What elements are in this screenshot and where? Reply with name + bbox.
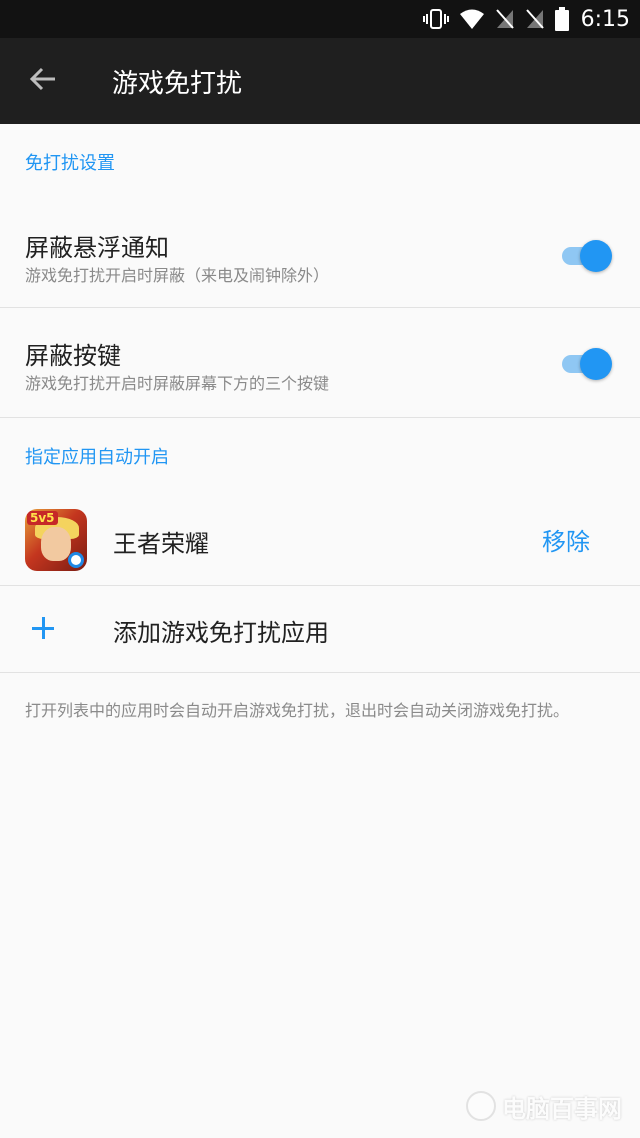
app-badge: 5v5 [27, 511, 58, 525]
setting-title: 屏蔽按键 [25, 342, 121, 370]
block-notifications-toggle[interactable] [560, 240, 612, 272]
no-sim-icon [525, 0, 545, 38]
settings-content: 免打扰设置 屏蔽悬浮通知 游戏免打扰开启时屏蔽（来电及闹钟除外） 屏蔽按键 游戏… [0, 124, 640, 745]
block-keys-toggle[interactable] [560, 348, 612, 380]
setting-subtitle: 游戏免打扰开启时屏蔽（来电及闹钟除外） [25, 266, 330, 285]
app-list-item: 5v5 王者荣耀 移除 [0, 494, 640, 586]
vibrate-icon [422, 0, 449, 38]
section-header-settings: 免打扰设置 [25, 153, 115, 174]
arrow-back-icon [29, 67, 57, 95]
app-name: 王者荣耀 [113, 530, 209, 558]
remove-app-button[interactable]: 移除 [542, 522, 590, 557]
add-app-button[interactable]: 添加游戏免打扰应用 [0, 586, 640, 673]
plus-icon [32, 617, 54, 639]
status-time: 6:15 [580, 6, 630, 32]
setting-row-block-notifications[interactable]: 屏蔽悬浮通知 游戏免打扰开启时屏蔽（来电及闹钟除外） [0, 200, 640, 308]
watermark-text: 电脑百事网 [502, 1094, 622, 1123]
back-button[interactable] [0, 38, 86, 124]
setting-title: 屏蔽悬浮通知 [25, 234, 169, 262]
tencent-logo-icon [68, 552, 84, 568]
wifi-icon [459, 0, 485, 38]
toggle-thumb [580, 348, 612, 380]
hero-face [41, 527, 71, 561]
page-title: 游戏免打扰 [112, 68, 243, 99]
status-bar: 6:15 [0, 0, 640, 38]
watermark: 电脑百事网 [466, 1088, 622, 1124]
add-app-label: 添加游戏免打扰应用 [113, 619, 329, 647]
no-sim-icon [495, 0, 515, 38]
setting-subtitle: 游戏免打扰开启时屏蔽屏幕下方的三个按键 [25, 374, 330, 393]
footer-note: 打开列表中的应用时会自动开启游戏免打扰，退出时会自动关闭游戏免打扰。 [25, 701, 570, 720]
setting-row-block-keys[interactable]: 屏蔽按键 游戏免打扰开启时屏蔽屏幕下方的三个按键 [0, 308, 640, 418]
watermark-logo-icon [466, 1091, 496, 1121]
toggle-thumb [580, 240, 612, 272]
battery-icon [554, 0, 569, 38]
section-header-auto-apps: 指定应用自动开启 [25, 447, 169, 468]
app-bar: 游戏免打扰 [0, 38, 640, 124]
honor-of-kings-app-icon: 5v5 [25, 509, 87, 571]
